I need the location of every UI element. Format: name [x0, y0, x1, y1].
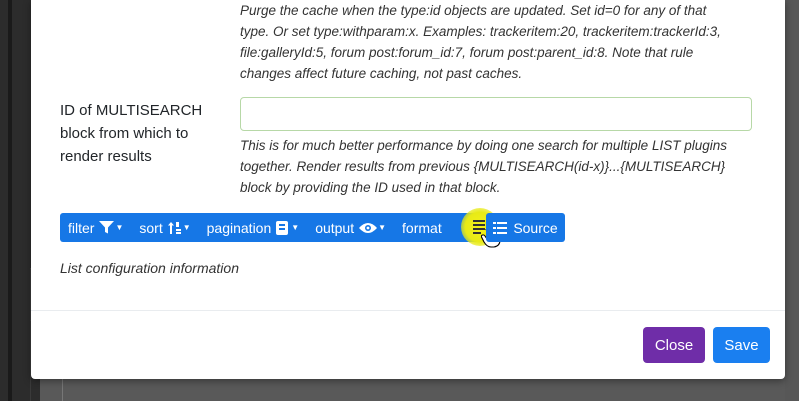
multisearch-id-label: ID of MULTISEARCH block from which to re…: [60, 102, 203, 165]
backdrop-line: [62, 376, 63, 401]
pagination-label: pagination: [206, 219, 272, 236]
pagination-icon: [276, 220, 289, 235]
output-label: output: [315, 219, 355, 236]
multisearch-id-input[interactable]: [240, 97, 752, 131]
backdrop-right: [785, 0, 799, 401]
help-line: Purge the cache when the type:id objects…: [240, 3, 707, 18]
list-config-info: List configuration information: [60, 260, 239, 276]
source-button[interactable]: Source: [486, 213, 565, 242]
chevron-down-icon: ▼: [182, 223, 191, 232]
sort-icon: [167, 221, 181, 234]
eye-icon: [359, 222, 378, 233]
backdrop-edge: [8, 0, 12, 401]
help-line: changes affect future caching, not past …: [240, 66, 523, 81]
filter-label: filter: [68, 219, 95, 236]
pagination-dropdown[interactable]: pagination ▼: [199, 213, 308, 242]
sort-label: sort: [139, 219, 163, 236]
backdrop-bottom: [40, 376, 799, 401]
help-line: together. Render results from previous {…: [240, 159, 726, 174]
help-line: type. Or set type:withparam:x. Examples:…: [240, 24, 721, 39]
chevron-down-icon: ▼: [115, 223, 124, 232]
format-label: format: [402, 219, 442, 236]
format-dropdown[interactable]: format: [394, 213, 455, 242]
source-label: Source: [513, 219, 558, 236]
save-button[interactable]: Save: [713, 327, 770, 363]
close-button[interactable]: Close: [643, 327, 705, 363]
multisearch-id-help: This is for much better performance by d…: [240, 135, 765, 198]
help-line: This is for much better performance by d…: [240, 138, 727, 153]
output-dropdown[interactable]: output ▼: [307, 213, 394, 242]
list-icon: [493, 221, 508, 234]
help-line: file:galleryId:5, forum post:forum_id:7,…: [240, 45, 694, 60]
filter-dropdown[interactable]: filter ▼: [60, 213, 131, 242]
cache-purge-help: Purge the cache when the type:id objects…: [240, 0, 760, 84]
sort-dropdown[interactable]: sort ▼: [131, 213, 198, 242]
chevron-down-icon: ▼: [378, 223, 387, 232]
plugin-edit-modal: Purge the cache when the type:id objects…: [31, 0, 785, 379]
filter-icon: [99, 221, 115, 234]
chevron-down-icon: ▼: [291, 223, 300, 232]
list-config-toolbar: filter ▼ sort ▼ pagination ▼ output ▼ fo…: [60, 213, 479, 242]
footer-divider: [31, 310, 785, 311]
help-line: block by providing the ID used in that b…: [240, 180, 501, 195]
